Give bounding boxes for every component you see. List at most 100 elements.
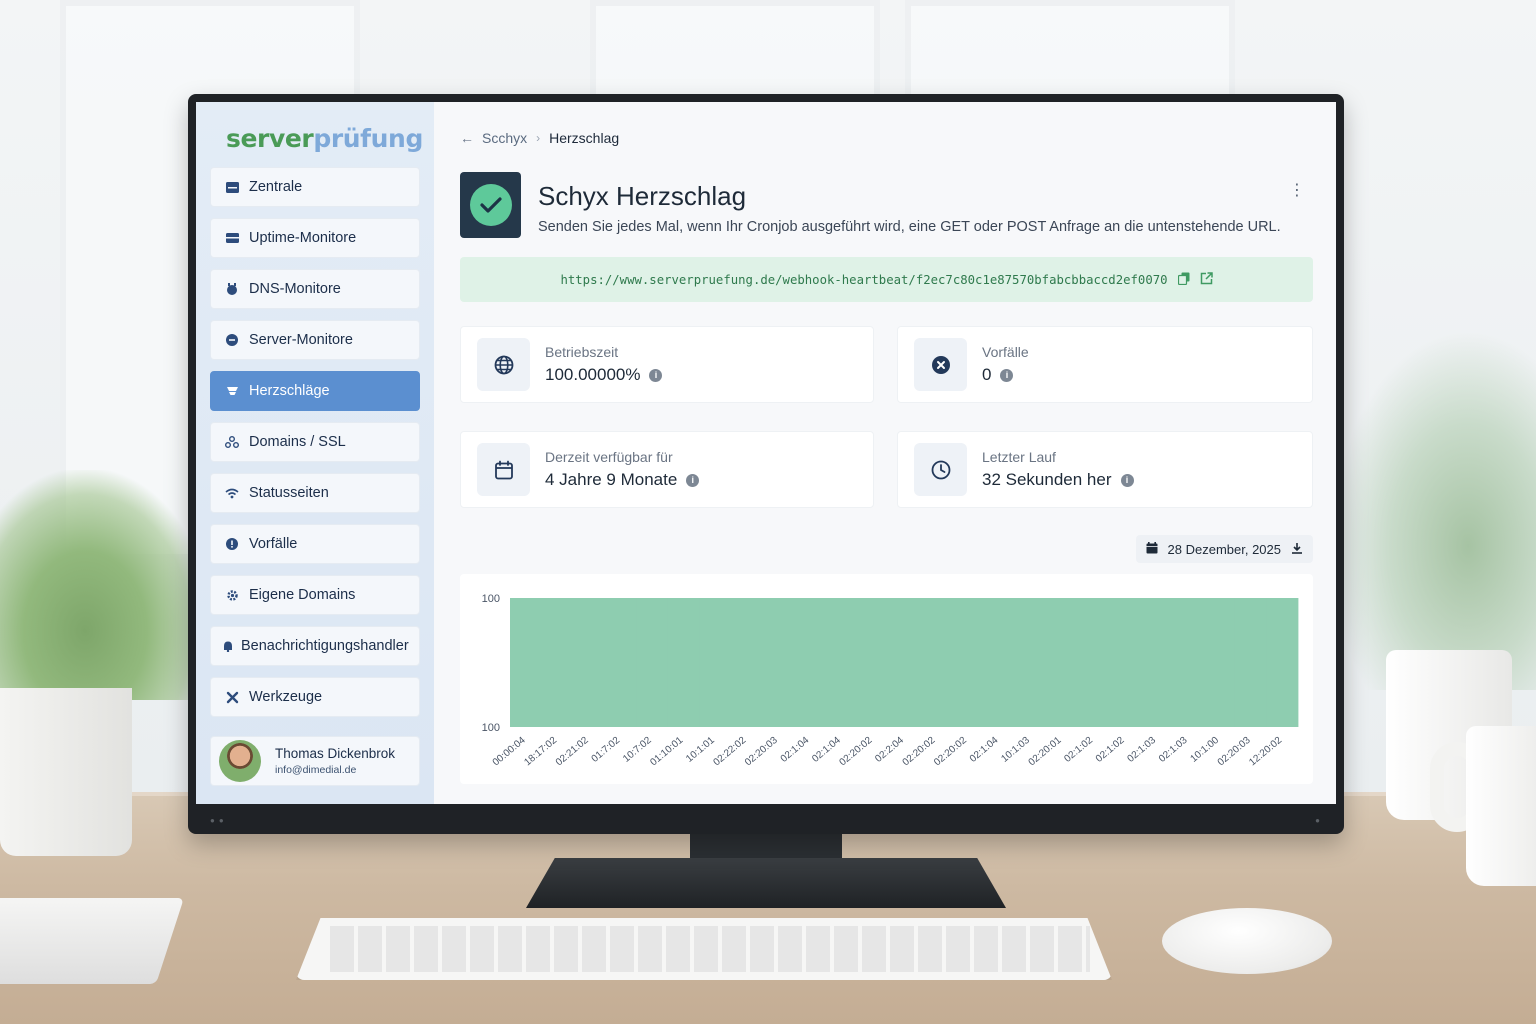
webhook-url[interactable]: https://www.serverpruefung.de/webhook-he… <box>560 273 1167 287</box>
chart-bar[interactable] <box>762 598 795 727</box>
chart-bar[interactable] <box>1203 598 1236 727</box>
sidebar-item-server-monitore[interactable]: Server-Monitore <box>210 320 420 360</box>
x-tick-label: 02:21:02 <box>554 735 591 769</box>
mug <box>1466 726 1536 886</box>
x-tick-label: 00:00:04 <box>491 735 528 769</box>
y-tick-label: 100 <box>482 593 500 605</box>
sidebar-item-werkzeuge[interactable]: Werkzeuge <box>210 677 420 717</box>
chart-bar[interactable] <box>604 598 637 727</box>
sidebar-item-eigene-domains[interactable]: Eigene Domains <box>210 575 420 615</box>
plant-background <box>1330 330 1536 690</box>
stat-label: Derzeit verfügbar für <box>545 449 673 465</box>
chart-bar[interactable] <box>573 598 605 727</box>
more-options-icon[interactable]: ⋮ <box>1289 180 1305 200</box>
sidebar-item-label: Uptime-Monitore <box>249 230 357 246</box>
monitor: serverprüfung Zentrale Uptime-Monitore D… <box>188 94 1344 834</box>
sidebar-item-domains-ssl[interactable]: Domains / SSL <box>210 422 420 462</box>
chart-bar[interactable] <box>856 598 889 727</box>
stat-label: Betriebszeit <box>545 344 619 360</box>
chart-bar[interactable] <box>541 598 574 727</box>
logo-part-1: server <box>226 124 314 153</box>
x-tick-label: 02:20:01 <box>1027 735 1064 769</box>
chart-bar[interactable] <box>793 598 826 727</box>
chart-bar[interactable] <box>1077 598 1110 727</box>
breadcrumb: ← Scchyx › Herzschlag <box>460 128 1313 148</box>
monitor-indicator: ● <box>1315 816 1320 825</box>
x-tick-label: 12:20:02 <box>1247 735 1284 769</box>
chart-bar[interactable] <box>888 598 921 727</box>
x-tick-label: 02:22:02 <box>711 735 748 769</box>
x-tick-label: 01:7:02 <box>590 735 623 765</box>
info-icon[interactable]: i <box>1120 473 1134 487</box>
dashboard-icon <box>225 180 239 194</box>
stat-card-available: Derzeit verfügbar für 4 Jahre 9 Monate i <box>460 431 874 508</box>
sidebar-item-statusseiten[interactable]: Statusseiten <box>210 473 420 513</box>
x-tick-label: 02:20:03 <box>1216 735 1253 769</box>
sidebar-nav: Zentrale Uptime-Monitore DNS-Monitore Se… <box>210 167 420 717</box>
date-picker[interactable]: 28 Dezember, 2025 <box>1135 535 1313 563</box>
sidebar-item-label: DNS-Monitore <box>249 281 341 297</box>
monitor-stand-base <box>526 858 1006 908</box>
stat-card-last-run: Letzter Lauf 32 Sekunden her i <box>897 431 1313 508</box>
x-tick-label: 02:1:04 <box>968 735 1001 765</box>
back-arrow-icon[interactable]: ← <box>460 130 474 146</box>
info-icon[interactable]: i <box>649 368 663 382</box>
x-tick-label: 01:10:01 <box>648 735 685 769</box>
x-tick-label: 02:20:02 <box>901 735 938 769</box>
chart-bar[interactable] <box>699 598 732 727</box>
copy-icon[interactable] <box>1177 272 1190 288</box>
screen: serverprüfung Zentrale Uptime-Monitore D… <box>196 102 1336 804</box>
info-icon[interactable]: i <box>1000 368 1014 382</box>
sidebar-item-herzschlaege[interactable]: Herzschläge <box>210 371 420 411</box>
check-icon <box>469 184 512 226</box>
chart-bar[interactable] <box>636 598 668 727</box>
incident-icon <box>225 537 239 551</box>
chart-bar[interactable] <box>1234 598 1267 727</box>
chart-bar[interactable] <box>1045 598 1078 727</box>
chart-bar[interactable] <box>667 598 700 727</box>
chart-bar[interactable] <box>1108 598 1141 727</box>
calendar-icon <box>1146 541 1158 557</box>
info-icon[interactable]: i <box>686 473 700 487</box>
stat-label: Letzter Lauf <box>982 449 1056 465</box>
stat-card-incidents: Vorfälle 0i <box>897 326 1313 403</box>
user-profile[interactable]: Thomas Dickenbrok info@dimedial.de <box>210 736 420 786</box>
chart-bar[interactable] <box>730 598 763 727</box>
chart-bar[interactable] <box>510 598 542 727</box>
chart-bar[interactable] <box>825 598 858 727</box>
sidebar-item-dns-monitore[interactable]: DNS-Monitore <box>210 269 420 309</box>
uptime-icon <box>225 231 239 245</box>
chart-bar[interactable] <box>1266 598 1299 727</box>
chart-bar[interactable] <box>951 598 984 727</box>
stat-value: 100.00000% <box>545 365 641 384</box>
heartbeat-chart: 100 100 00:00:04 18:17:02 02:21:02 01:7:02 10:… <box>460 574 1313 784</box>
dns-icon <box>225 282 239 296</box>
avatar <box>219 740 261 782</box>
chart-bar[interactable] <box>1014 598 1047 727</box>
x-tick-label: 02:1:04 <box>779 735 812 765</box>
chart-bar[interactable] <box>1171 598 1204 727</box>
external-link-icon[interactable] <box>1200 271 1213 288</box>
logo-part-2: prüfung <box>313 124 423 153</box>
chart-bar[interactable] <box>919 598 952 727</box>
breadcrumb-parent[interactable]: Scchyx <box>482 130 527 146</box>
custom-domain-icon <box>225 588 239 602</box>
download-icon[interactable] <box>1291 542 1303 557</box>
wifi-icon <box>225 486 239 500</box>
x-tick-label: 02:1:03 <box>1125 735 1158 765</box>
sidebar-item-label: Statusseiten <box>249 485 329 501</box>
globe-icon <box>477 338 530 391</box>
sidebar-item-benachrichtigungshandler[interactable]: Benachrichtigungshandler <box>210 626 420 666</box>
sidebar-item-vorfaelle[interactable]: Vorfälle <box>210 524 420 564</box>
logo[interactable]: serverprüfung <box>226 124 423 153</box>
user-email: info@dimedial.de <box>275 764 357 776</box>
user-name: Thomas Dickenbrok <box>275 746 396 761</box>
sidebar-item-label: Zentrale <box>249 179 303 195</box>
sidebar-item-zentrale[interactable]: Zentrale <box>210 167 420 207</box>
sidebar-item-uptime-monitore[interactable]: Uptime-Monitore <box>210 218 420 258</box>
chart-bar[interactable] <box>982 598 1015 727</box>
x-tick-label: 02:20:02 <box>932 735 969 769</box>
main-content: ← Scchyx › Herzschlag Schyx Herzschlag S… <box>434 102 1336 804</box>
chart-bar[interactable] <box>1140 598 1173 727</box>
sidebar-item-label: Domains / SSL <box>249 434 346 450</box>
